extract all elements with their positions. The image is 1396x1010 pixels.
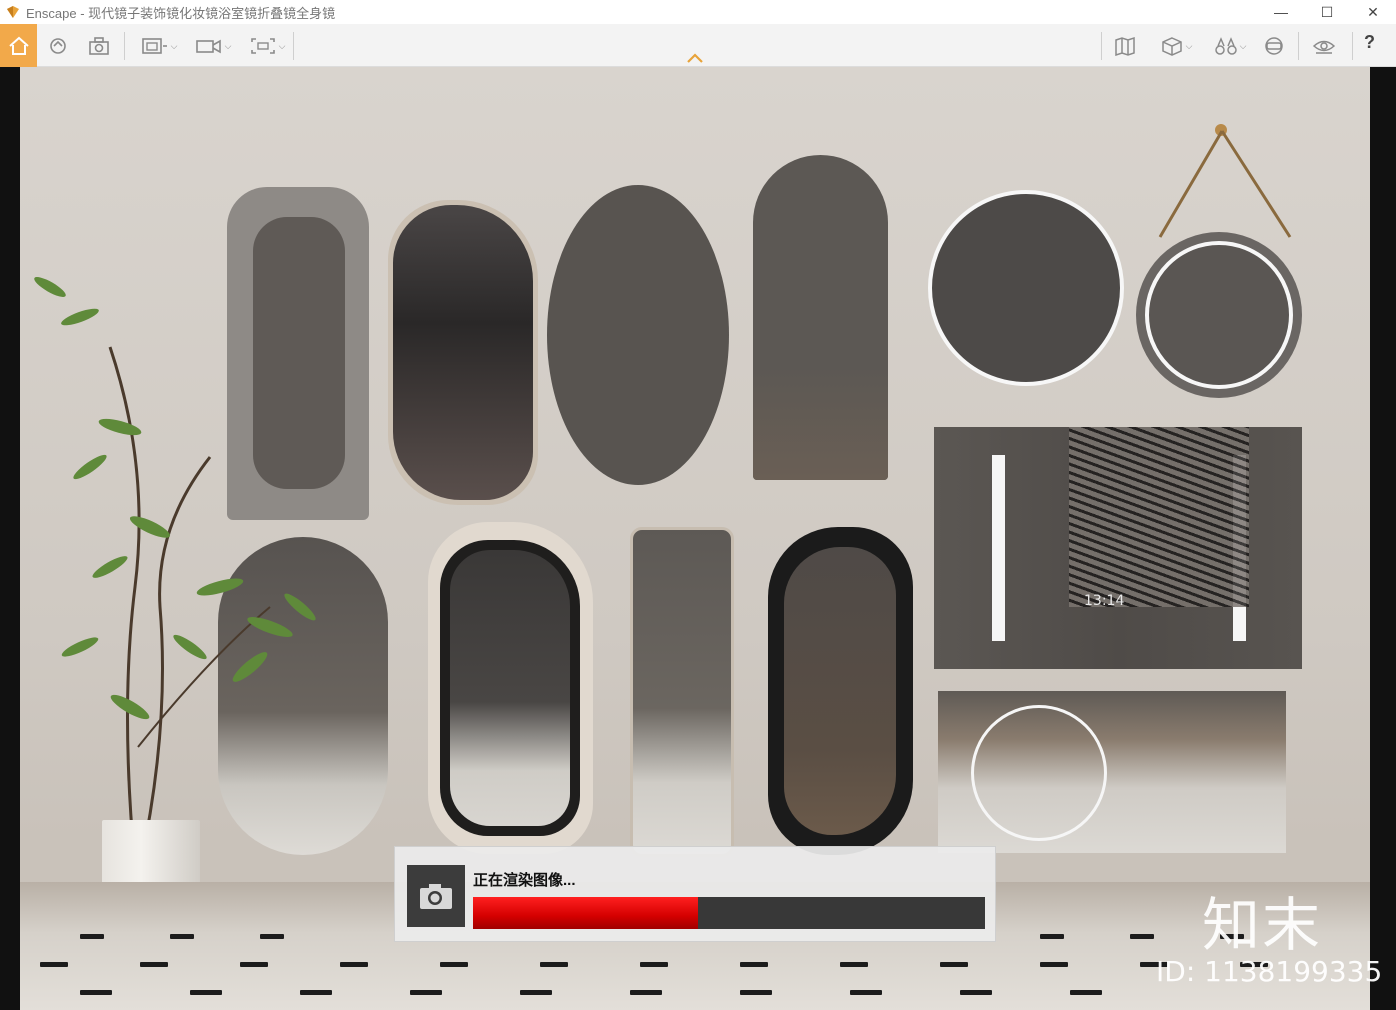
mirror-clock: 13:14 <box>1084 593 1125 609</box>
tall-rect-mirror <box>630 527 734 857</box>
black-framed-pebble-mirror <box>768 527 913 855</box>
map-icon <box>1115 36 1135 56</box>
vr-headset-icon <box>1265 37 1283 55</box>
title-separator: - <box>76 5 89 21</box>
orbit-button[interactable] <box>46 32 70 60</box>
video-icon <box>195 39 221 54</box>
app-name: Enscape <box>26 5 77 21</box>
round-led-mirror <box>928 190 1124 386</box>
panorama-icon <box>250 38 275 54</box>
watermark-id: ID: 1138199335 <box>1156 955 1383 988</box>
arched-mirror <box>753 155 888 480</box>
home-icon <box>8 36 29 55</box>
minimize-icon: — <box>1274 4 1288 20</box>
hanging-round-mirror <box>1136 232 1302 398</box>
close-icon: ✕ <box>1367 3 1379 20</box>
maximize-icon: ☐ <box>1320 3 1334 20</box>
panorama-button[interactable]: ⌵ <box>244 32 290 60</box>
batch-render-button[interactable]: ⌵ <box>136 32 182 60</box>
asset-library-button[interactable]: ⌵ <box>1152 32 1200 60</box>
maximize-button[interactable]: ☐ <box>1304 0 1350 24</box>
video-editor-button[interactable]: ⌵ <box>190 32 236 60</box>
chevron-down-icon: ⌵ <box>224 40 232 51</box>
toolbar-separator <box>1352 32 1353 60</box>
collapse-toolbar-icon[interactable] <box>686 53 704 63</box>
visibility-icon <box>1312 40 1336 54</box>
watermark-logo: 知末 <box>1202 891 1323 959</box>
chevron-down-icon: ⌵ <box>1185 40 1193 51</box>
screenshot-button[interactable] <box>86 32 112 60</box>
title-bar: Enscape - 现代镜子装饰镜化妆镜浴室镜折叠镜全身镜 — ☐ ✕ <box>0 0 1396 24</box>
chevron-down-icon: ⌵ <box>278 40 286 51</box>
toolbar-separator <box>1298 32 1299 60</box>
render-progress-fill <box>473 897 699 929</box>
chevron-down-icon: ⌵ <box>1239 40 1247 51</box>
cube-icon <box>1161 37 1182 56</box>
render-viewport[interactable]: 13:14 正在渲染图像... 知末 ID: 1138199335 <box>0 67 1396 1010</box>
camera-icon <box>407 865 465 927</box>
orbit-icon <box>50 38 66 54</box>
enscape-logo-icon <box>5 4 21 20</box>
organic-shape-mirror <box>388 200 538 505</box>
map-button[interactable] <box>1112 32 1138 60</box>
render-progress-panel: 正在渲染图像... <box>394 846 996 942</box>
visual-settings-button[interactable] <box>1310 32 1338 60</box>
enscape-window: Enscape - 现代镜子装饰镜化妆镜浴室镜折叠镜全身镜 — ☐ ✕ ⌵ ⌵ <box>0 0 1396 1010</box>
binoculars-icon <box>1214 37 1237 55</box>
window-controls: — ☐ ✕ <box>1258 0 1396 24</box>
toolbar-separator <box>293 32 294 60</box>
landscape-round-led-mirror <box>938 691 1286 853</box>
close-button[interactable]: ✕ <box>1350 0 1396 24</box>
toolbar-separator <box>124 32 125 60</box>
window-title: Enscape - 现代镜子装饰镜化妆镜浴室镜折叠镜全身镜 <box>26 3 335 22</box>
toolbar: ⌵ ⌵ ⌵ ⌵ ⌵ ? <box>0 24 1396 67</box>
chevron-down-icon: ⌵ <box>170 40 178 51</box>
toolbar-separator <box>1101 32 1102 60</box>
help-button[interactable]: ? <box>1364 32 1375 53</box>
render-status-text: 正在渲染图像... <box>473 872 576 889</box>
hanging-rope <box>1158 130 1292 238</box>
vr-button[interactable] <box>1262 32 1286 60</box>
batch-render-icon <box>141 38 167 54</box>
led-bar-rect-mirror: 13:14 <box>934 427 1302 669</box>
hexagon-oval-mirror <box>547 185 729 485</box>
render-progress-bar <box>473 897 985 929</box>
framed-organic-mirror <box>428 522 593 854</box>
views-button[interactable]: ⌵ <box>1206 32 1254 60</box>
document-title: 现代镜子装饰镜化妆镜浴室镜折叠镜全身镜 <box>88 5 336 21</box>
minimize-button[interactable]: — <box>1258 0 1304 24</box>
home-button[interactable] <box>0 24 37 67</box>
screenshot-icon <box>89 37 109 55</box>
